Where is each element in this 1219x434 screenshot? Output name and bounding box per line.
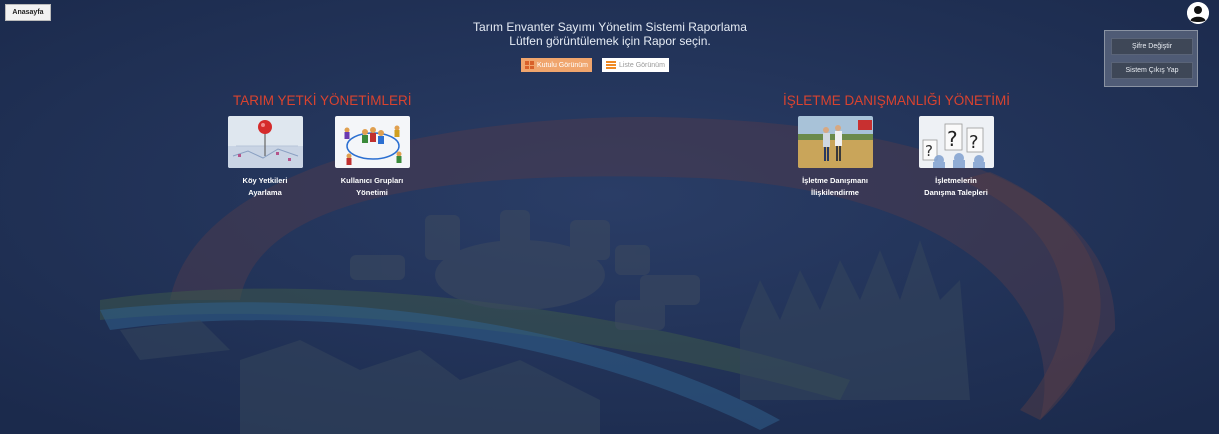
tile-caption-line2: Ayarlama [248,188,282,197]
section-title-tarim-yetki: TARIM YETKİ YÖNETİMLERİ [233,93,412,108]
tile-isletme-danismani[interactable]: İşletme Danışmanı İlişkilendirme [780,116,890,199]
page-header: Tarım Envanter Sayımı Yönetim Sistemi Ra… [430,20,790,48]
home-button[interactable]: Anasayfa [5,4,51,21]
grid-view-label: Kutulu Görünüm [537,61,588,69]
page-title: Tarım Envanter Sayımı Yönetim Sistemi Ra… [473,20,747,34]
tile-caption-line2: Danışma Talepleri [924,188,988,197]
tile-koy-yetkileri[interactable]: Köy Yetkileri Ayarlama [210,116,320,199]
user-avatar-icon[interactable] [1187,2,1209,24]
question-marks-icon: ? ? ? [918,116,994,168]
section-title-isletme-danismanligi: İŞLETME DANIŞMANLIĞI YÖNETİMİ [783,93,1011,108]
user-network-icon [334,116,410,168]
grid-view-button[interactable]: Kutulu Görünüm [521,58,592,72]
tile-kullanici-gruplari[interactable]: Kullanıcı Grupları Yönetimi [317,116,427,199]
list-view-label: Liste Görünüm [618,61,665,69]
svg-text:?: ? [969,132,979,153]
svg-text:?: ? [947,127,958,151]
list-view-button[interactable]: Liste Görünüm [601,58,669,72]
tile-caption-line1: Köy Yetkileri [242,176,288,185]
change-password-button[interactable]: Şifre Değiştir [1111,38,1193,55]
grid-icon [525,61,534,69]
svg-text:?: ? [925,142,933,160]
view-toggle: Kutulu Görünüm Liste Görünüm [521,58,669,72]
tile-caption-line2: Yönetimi [356,188,388,197]
tile-caption-line1: Kullanıcı Grupları [340,176,404,185]
field-advisors-icon [797,116,873,168]
tile-caption-line1: İşletmelerin [935,176,977,185]
page-subtitle: Lütfen görüntülemek için Rapor seçin. [509,34,711,48]
tile-caption-line1: İşletme Danışmanı [802,176,868,185]
user-menu: Şifre Değiştir Sistem Çıkış Yap [1104,30,1198,87]
tile-caption-line2: İlişkilendirme [811,188,859,197]
list-icon [605,61,616,69]
map-pin-icon [227,116,303,168]
tile-isletmelerin-danisma-talepleri[interactable]: ? ? ? İşletmelerin Danışma Talepleri [901,116,1011,199]
logout-button[interactable]: Sistem Çıkış Yap [1111,62,1193,79]
